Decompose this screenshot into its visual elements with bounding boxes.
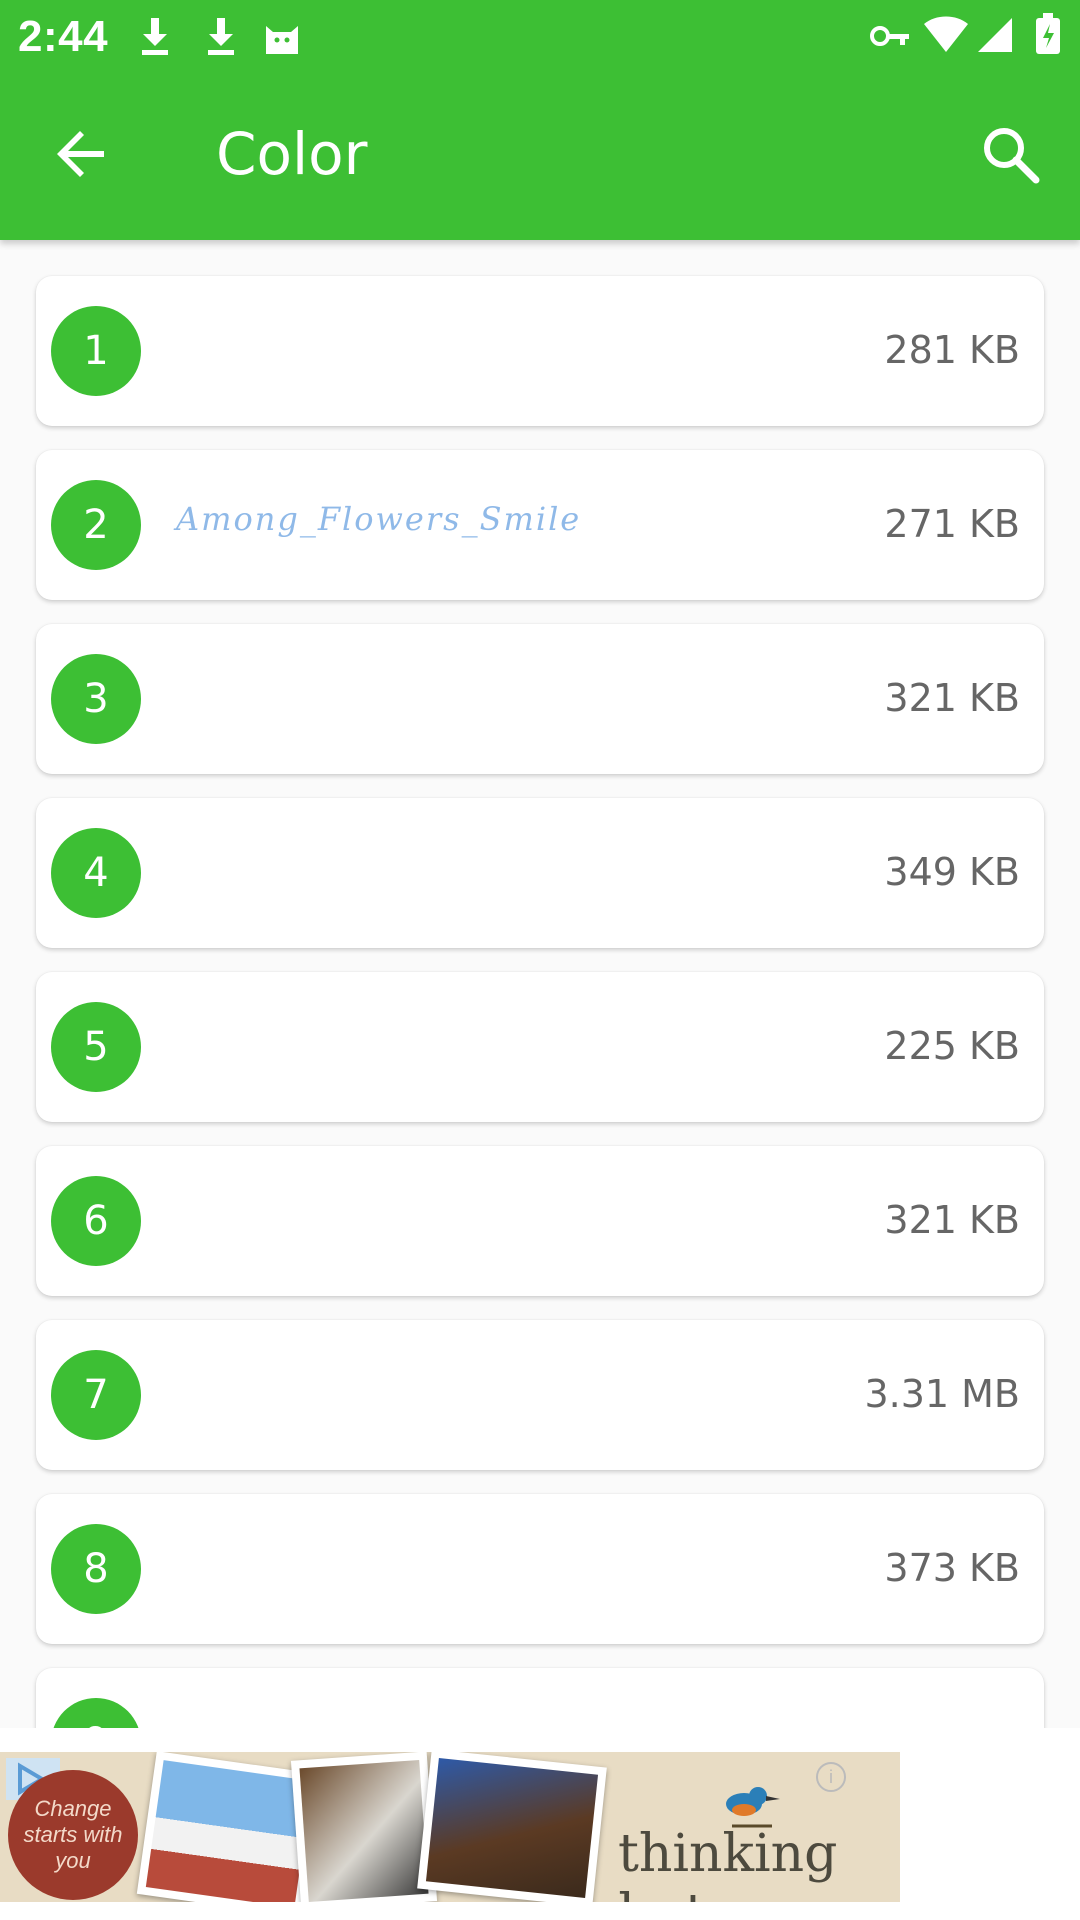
list-item[interactable]: 3 321 KB bbox=[36, 624, 1044, 774]
status-time: 2:44 bbox=[18, 12, 109, 61]
ad-photo-workers bbox=[290, 1752, 438, 1902]
list-item[interactable]: 6 321 KB bbox=[36, 1146, 1044, 1296]
list-item[interactable]: 1 281 KB bbox=[36, 276, 1044, 426]
status-bar: 2:44 bbox=[0, 0, 1080, 72]
cat-icon bbox=[266, 26, 298, 54]
index-badge: 3 bbox=[51, 654, 141, 744]
list-item[interactable]: 9 bbox=[36, 1668, 1044, 1728]
file-list[interactable]: 1 281 KB 2 Among_Flowers_Smile 271 KB 3 … bbox=[0, 240, 1080, 1728]
file-size: 321 KB bbox=[884, 1198, 1020, 1242]
index-badge: 9 bbox=[51, 1698, 141, 1728]
list-item[interactable]: 4 349 KB bbox=[36, 798, 1044, 948]
index-badge: 6 bbox=[51, 1176, 141, 1266]
download-icon bbox=[208, 18, 234, 55]
wifi-icon bbox=[924, 16, 968, 52]
battery-charging-icon bbox=[1036, 13, 1060, 54]
index-badge: 1 bbox=[51, 306, 141, 396]
signal-icon bbox=[978, 18, 1012, 52]
file-size: 225 KB bbox=[884, 1024, 1020, 1068]
list-item[interactable]: 5 225 KB bbox=[36, 972, 1044, 1122]
file-size: 321 KB bbox=[884, 676, 1020, 720]
index-badge: 7 bbox=[51, 1350, 141, 1440]
page-title: Color bbox=[216, 120, 368, 188]
ad-brand: thinking huts bbox=[618, 1824, 838, 1902]
ad-info-icon[interactable]: i bbox=[816, 1762, 846, 1792]
ad-seal: Change starts with you bbox=[8, 1770, 138, 1900]
index-badge: 8 bbox=[51, 1524, 141, 1614]
file-size: 349 KB bbox=[884, 850, 1020, 894]
search-icon[interactable] bbox=[978, 122, 1042, 186]
file-size: 373 KB bbox=[884, 1546, 1020, 1590]
ad-banner[interactable]: Change starts with you i thinking huts bbox=[0, 1752, 900, 1902]
file-size: 271 KB bbox=[884, 502, 1020, 546]
list-item[interactable]: 7 3.31 MB bbox=[36, 1320, 1044, 1470]
download-icon bbox=[142, 18, 168, 55]
index-badge: 4 bbox=[51, 828, 141, 918]
vpn-key-icon bbox=[870, 26, 909, 46]
file-size: 281 KB bbox=[884, 328, 1020, 372]
app-bar: Color bbox=[0, 72, 1080, 240]
arrow-back-icon[interactable] bbox=[52, 124, 112, 184]
list-item[interactable]: 8 373 KB bbox=[36, 1494, 1044, 1644]
list-item[interactable]: 2 Among_Flowers_Smile 271 KB bbox=[36, 450, 1044, 600]
top-app-area: 2:44 Color bbox=[0, 0, 1080, 240]
index-badge: 2 bbox=[51, 480, 141, 570]
ad-photo-children bbox=[417, 1752, 607, 1902]
file-name: Among_Flowers_Smile bbox=[176, 500, 582, 538]
file-size: 3.31 MB bbox=[864, 1372, 1020, 1416]
index-badge: 5 bbox=[51, 1002, 141, 1092]
